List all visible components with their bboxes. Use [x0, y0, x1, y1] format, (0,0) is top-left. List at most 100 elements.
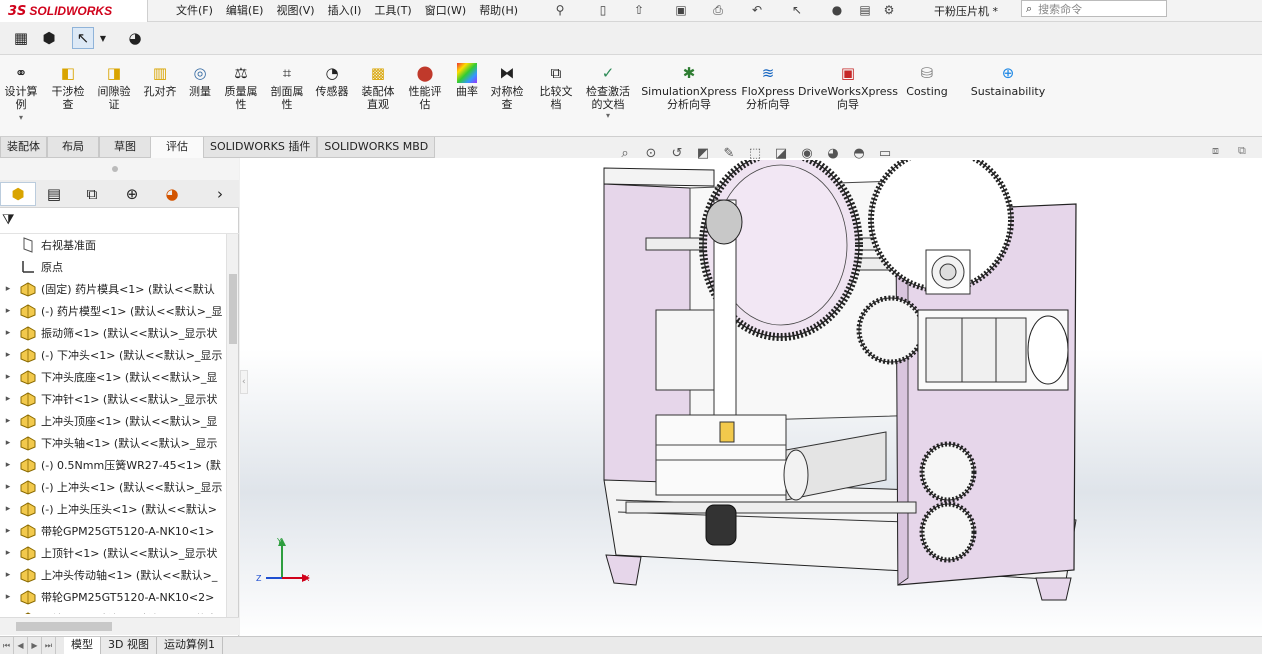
tabs-next-chevron-icon[interactable]: › — [210, 182, 230, 206]
tablet-press-3d-model[interactable] — [596, 160, 1096, 630]
mass-properties-button[interactable]: ⚖ 质量属 性 — [220, 63, 262, 111]
tab-solidworks-addins[interactable]: SOLIDWORKS 插件 — [203, 137, 318, 158]
panel-grip[interactable] — [0, 158, 239, 180]
hole-alignment-button[interactable]: ▥ 孔对齐 — [140, 63, 180, 98]
tree-node[interactable]: ▸ (固定) 药片模具<1> (默认<<默认 — [0, 278, 226, 300]
file-properties-icon[interactable]: ▤ — [858, 3, 872, 17]
select-tool-icon[interactable]: ↖ — [72, 27, 94, 49]
expand-arrow-icon[interactable]: ▸ — [0, 350, 16, 360]
check-active-document-button[interactable]: ✓ 检查激活 的文档 ▾ — [582, 63, 634, 120]
expand-arrow-icon[interactable]: ▸ — [0, 438, 16, 448]
tree-vertical-scrollbar[interactable] — [226, 234, 238, 618]
save-icon[interactable]: ▣ — [674, 3, 688, 17]
chevron-down-icon[interactable]: ▾ — [19, 113, 23, 122]
sustainability-button[interactable]: ⊕ Sustainability — [970, 63, 1046, 98]
graphics-area[interactable]: ⌕ ⊙ ↺ ◩ ✎ ⬚ ◪ ◉ ◕ ◓ ▭ ⧈ ⧉ ‹ Y X Z — [240, 144, 1262, 636]
menu-window[interactable]: 窗口(W) — [425, 0, 466, 22]
design-study-button[interactable]: ⚭ 设计算 例 ▾ — [2, 63, 40, 122]
featuremanager-tab-icon[interactable]: ⬢ — [0, 182, 36, 206]
select-dropdown-icon[interactable]: ▼ — [96, 27, 110, 49]
new-document-icon[interactable]: ▯ — [596, 3, 610, 17]
sensor-button[interactable]: ◔ 传感器 — [312, 63, 352, 98]
expand-arrow-icon[interactable]: ▸ — [0, 372, 16, 382]
tab-model[interactable]: 模型 — [64, 637, 101, 654]
expand-arrow-icon[interactable]: ▸ — [0, 504, 16, 514]
filter-funnel-icon[interactable]: ⧩ — [2, 212, 15, 228]
assembly-visualization-button[interactable]: ▩ 装配体 直观 — [358, 63, 398, 111]
chevron-down-icon[interactable]: ▾ — [606, 111, 610, 120]
tree-node[interactable]: ▸ (-) 0.5Nmm压簧WR27-45<1> (默 — [0, 454, 226, 476]
pin-icon[interactable]: ⚲ — [553, 3, 567, 17]
tree-node[interactable]: ▸ 上冲头传动轴<1> (默认<<默认>_ — [0, 564, 226, 586]
assembly-options-icon[interactable]: ▦ — [10, 27, 32, 49]
tree-node[interactable]: ▸ (-) 上冲头<1> (默认<<默认>_显示 — [0, 476, 226, 498]
appearance-palette-icon[interactable]: ◕ — [124, 27, 146, 49]
menu-file[interactable]: 文件(F) — [176, 0, 213, 22]
tree-node[interactable]: ▸ (-) 上冲头压头<1> (默认<<默认> — [0, 498, 226, 520]
menu-tools[interactable]: 工具(T) — [374, 0, 411, 22]
expand-arrow-icon[interactable]: ▸ — [0, 482, 16, 492]
expand-arrow-icon[interactable]: ▸ — [0, 306, 16, 316]
print-icon[interactable]: ⎙ — [711, 3, 725, 17]
tab-assembly[interactable]: 装配体 — [0, 137, 47, 158]
tab-3d-view[interactable]: 3D 视图 — [101, 637, 157, 654]
tree-node[interactable]: ▸ (-) 下冲头<1> (默认<<默认>_显示 — [0, 344, 226, 366]
driveworksxpress-button[interactable]: ▣ DriveWorksXpress 向导 — [798, 63, 898, 111]
next-tab-arrow-icon[interactable]: ▶ — [28, 637, 42, 654]
interference-check-button[interactable]: ◧ 干涉检 查 — [48, 63, 88, 111]
display-manager-tab-icon[interactable]: ◕ — [154, 182, 190, 206]
expand-arrow-icon[interactable]: ▸ — [0, 548, 16, 558]
dimxpert-tab-icon[interactable]: ⊕ — [114, 182, 150, 206]
section-properties-button[interactable]: ⌗ 剖面属 性 — [266, 63, 308, 111]
expand-arrow-icon[interactable]: ▸ — [0, 394, 16, 404]
component-icon[interactable]: ⬢ — [38, 27, 60, 49]
tree-node[interactable]: ▸ 上冲头顶座<1> (默认<<默认>_显 — [0, 410, 226, 432]
first-tab-arrow-icon[interactable]: ⏮ — [0, 637, 14, 654]
tree-node[interactable]: ▸ (-) 药片模型<1> (默认<<默认>_显 — [0, 300, 226, 322]
scroll-thumb[interactable] — [229, 274, 237, 344]
tree-node[interactable]: ▸带轮<1> (默认<<默认>_显示状态 — [0, 608, 226, 614]
tab-evaluate[interactable]: 评估 — [151, 137, 203, 158]
costing-button[interactable]: ⛁ Costing — [904, 63, 950, 98]
performance-evaluation-button[interactable]: ⬤ 性能评 估 — [404, 63, 446, 111]
configurationmanager-tab-icon[interactable]: ⧉ — [74, 182, 110, 206]
prev-tab-arrow-icon[interactable]: ◀ — [14, 637, 28, 654]
hscroll-thumb[interactable] — [16, 622, 112, 631]
menu-edit[interactable]: 编辑(E) — [226, 0, 264, 22]
rebuild-icon[interactable]: ● — [830, 3, 844, 17]
menu-help[interactable]: 帮助(H) — [479, 0, 518, 22]
expand-arrow-icon[interactable]: ▸ — [0, 526, 16, 536]
expand-arrow-icon[interactable]: ▸ — [0, 416, 16, 426]
tree-node[interactable]: ▸ 下冲头轴<1> (默认<<默认>_显示 — [0, 432, 226, 454]
tree-node[interactable]: ▸ 下冲针<1> (默认<<默认>_显示状 — [0, 388, 226, 410]
propertymanager-tab-icon[interactable]: ▤ — [36, 182, 72, 206]
expand-arrow-icon[interactable]: ▸ — [0, 284, 16, 294]
tree-horizontal-scrollbar[interactable] — [0, 617, 239, 635]
tree-filter[interactable]: ⧩ — [0, 208, 239, 234]
panel-restore-icon[interactable]: ⧈ — [1212, 144, 1219, 158]
tab-sketch[interactable]: 草图 — [99, 137, 151, 158]
curvature-button[interactable]: 曲率 — [452, 63, 482, 98]
floxpress-button[interactable]: ≋ FloXpress 分析向导 — [741, 63, 795, 111]
options-gear-icon[interactable]: ⚙ — [882, 3, 896, 17]
expand-arrow-icon[interactable]: ▸ — [0, 328, 16, 338]
solidworks-logo[interactable]: 3S SOLIDWORKS — [0, 0, 148, 22]
tree-node[interactable]: ▸ 带轮GPM25GT5120-A-NK10<1> — [0, 520, 226, 542]
undo-icon[interactable]: ↶ — [750, 3, 764, 17]
last-tab-arrow-icon[interactable]: ⏭ — [42, 637, 56, 654]
expand-arrow-icon[interactable]: ▸ — [0, 460, 16, 470]
tree-node[interactable]: ▸ 下冲头底座<1> (默认<<默认>_显 — [0, 366, 226, 388]
open-file-icon[interactable]: ⇧ — [632, 3, 646, 17]
tab-solidworks-mbd[interactable]: SOLIDWORKS MBD — [317, 137, 436, 158]
tree-node[interactable]: ▸ 振动筛<1> (默认<<默认>_显示状 — [0, 322, 226, 344]
tab-motion-study-1[interactable]: 运动算例1 — [157, 637, 223, 654]
tree-node[interactable]: ▸ 带轮GPM25GT5120-A-NK10<2> — [0, 586, 226, 608]
tab-layout[interactable]: 布局 — [47, 137, 99, 158]
tree-node[interactable]: ▸ 上顶针<1> (默认<<默认>_显示状 — [0, 542, 226, 564]
tree-node[interactable]: 右视基准面 — [0, 234, 226, 256]
expand-arrow-icon[interactable]: ▸ — [0, 570, 16, 580]
expand-arrow-icon[interactable]: ▸ — [0, 592, 16, 602]
search-commands-input[interactable]: ⌕ 搜索命令 — [1021, 0, 1167, 17]
panel-collapse-handle-icon[interactable]: ‹ — [240, 370, 248, 394]
tree-node[interactable]: 原点 — [0, 256, 226, 278]
